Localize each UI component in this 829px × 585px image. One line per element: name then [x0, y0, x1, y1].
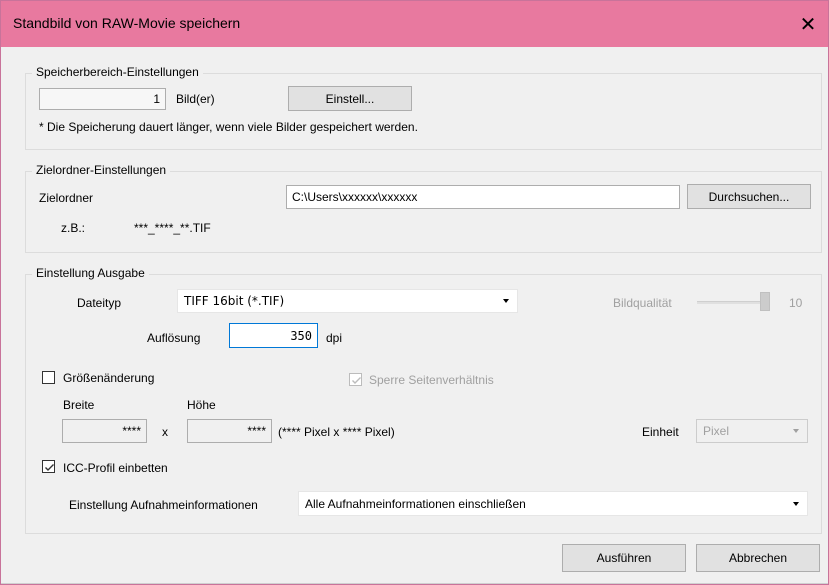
width-value: ****: [122, 424, 141, 438]
example-label: z.B.:: [61, 221, 86, 235]
destination-folder-label: Zielordner: [39, 191, 94, 205]
quality-value: 10: [789, 296, 803, 310]
chevron-down-icon: [793, 429, 799, 433]
pixel-summary: (**** Pixel x **** Pixel): [278, 425, 395, 439]
resolution-value: 350: [290, 328, 312, 343]
window-bottom-border: [1, 583, 828, 584]
width-label: Breite: [63, 398, 95, 412]
range-settings-group: Speicherbereich-Einstellungen: [25, 65, 822, 150]
icc-profile-label: ICC-Profil einbetten: [63, 461, 168, 475]
resize-checkbox[interactable]: [42, 371, 55, 384]
dialog-window: Standbild von RAW-Movie speichern ✕ Spei…: [0, 0, 829, 585]
checkmark-icon: [352, 377, 361, 384]
shooting-info-label: Einstellung Aufnahmeinformationen: [69, 498, 258, 512]
filetype-value: TIFF 16bit (*.TIF): [184, 294, 285, 308]
image-count-field[interactable]: 1: [39, 88, 166, 110]
range-settings-button[interactable]: Einstell...: [288, 86, 412, 111]
height-value: ****: [247, 424, 266, 438]
resolution-input[interactable]: 350: [229, 323, 318, 348]
title-bar: Standbild von RAW-Movie speichern ✕: [1, 1, 828, 47]
destination-folder-input[interactable]: C:\Users\xxxxxx\xxxxxx: [286, 185, 680, 209]
output-group-label: Einstellung Ausgabe: [32, 266, 149, 280]
cancel-button[interactable]: Abbrechen: [696, 544, 820, 572]
destination-folder-value: C:\Users\xxxxxx\xxxxxx: [292, 190, 418, 204]
chevron-down-icon: [793, 501, 799, 506]
lock-ratio-label: Sperre Seitenverhältnis: [369, 373, 494, 387]
shooting-info-value: Alle Aufnahmeinformationen einschließen: [305, 496, 526, 511]
resize-label: Größenänderung: [63, 371, 155, 385]
window-title: Standbild von RAW-Movie speichern: [13, 15, 241, 31]
resolution-label: Auflösung: [147, 331, 201, 345]
times-symbol: x: [162, 425, 168, 439]
shooting-info-dropdown[interactable]: Alle Aufnahmeinformationen einschließen: [298, 491, 808, 516]
browse-button[interactable]: Durchsuchen...: [687, 184, 811, 209]
filetype-dropdown[interactable]: TIFF 16bit (*.TIF): [177, 289, 518, 313]
resolution-unit: dpi: [326, 331, 343, 345]
close-button[interactable]: ✕: [788, 1, 828, 47]
checkmark-icon: [45, 464, 54, 471]
width-input[interactable]: ****: [62, 419, 147, 443]
filetype-label: Dateityp: [77, 296, 122, 310]
run-button[interactable]: Ausführen: [562, 544, 686, 572]
range-group-label: Speicherbereich-Einstellungen: [32, 65, 203, 79]
chevron-down-icon: [503, 299, 509, 303]
unit-label: Einheit: [642, 425, 679, 439]
unit-dropdown[interactable]: Pixel: [696, 419, 808, 443]
quality-slider-thumb[interactable]: [760, 292, 770, 311]
lock-ratio-checkbox[interactable]: [349, 373, 362, 386]
example-filename: ***_****_**.TIF: [134, 221, 211, 235]
quality-label: Bildqualität: [613, 296, 672, 310]
unit-value: Pixel: [703, 424, 730, 438]
range-note: * Die Speicherung dauert länger, wenn vi…: [39, 120, 418, 134]
quality-slider-track: [697, 301, 769, 304]
height-input[interactable]: ****: [187, 419, 272, 443]
icc-profile-checkbox[interactable]: [42, 460, 55, 473]
image-count-value: 1: [153, 92, 160, 106]
destination-group-label: Zielordner-Einstellungen: [32, 163, 171, 177]
image-count-unit: Bild(er): [176, 92, 215, 106]
height-label: Höhe: [187, 398, 216, 412]
close-icon: ✕: [799, 13, 817, 36]
